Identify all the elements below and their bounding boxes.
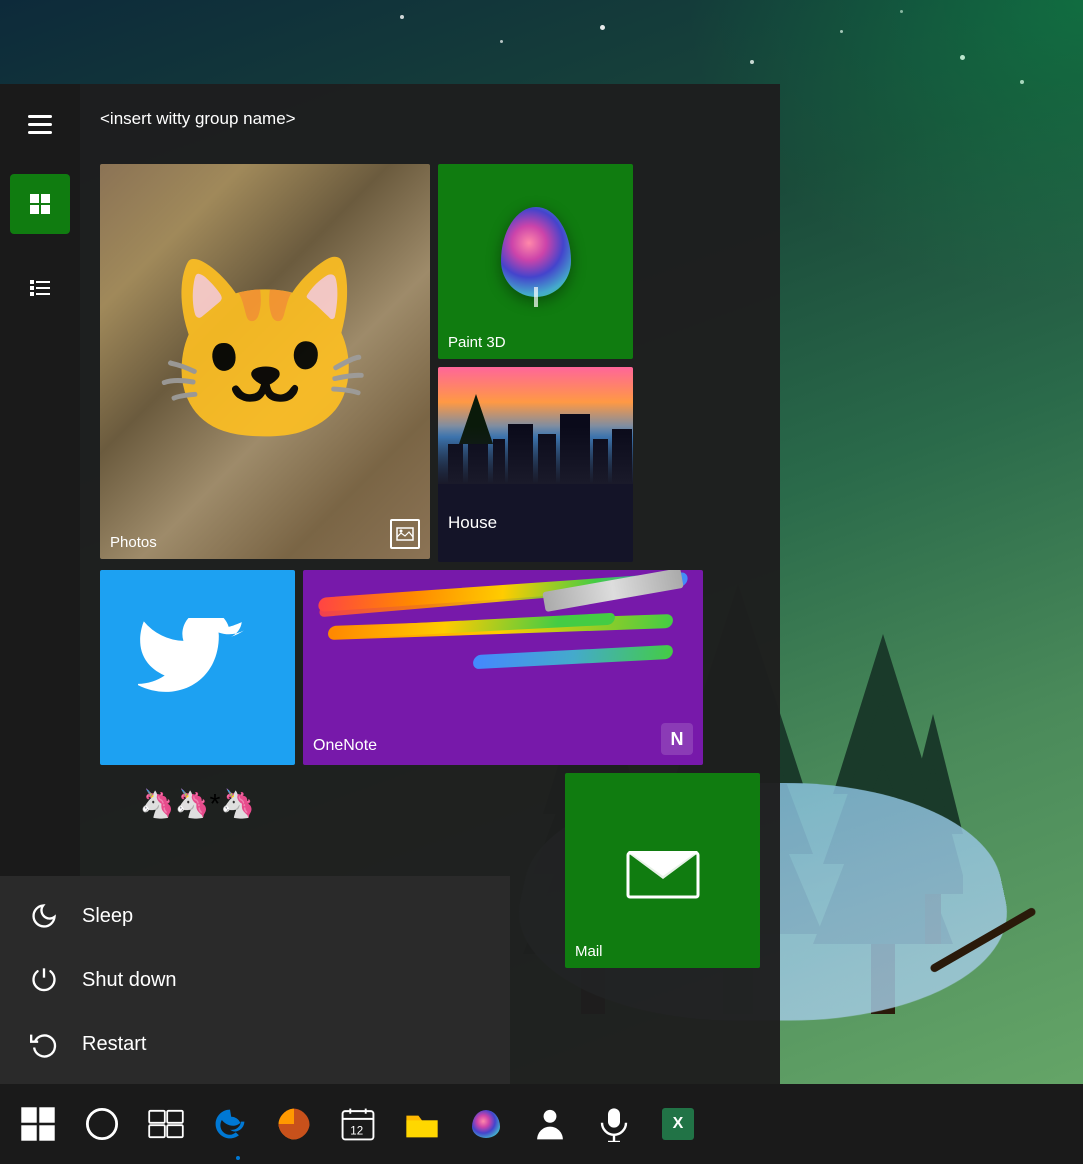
taskbar-taskview-button[interactable] bbox=[136, 1084, 196, 1164]
star bbox=[400, 15, 404, 19]
taskbar-people-button[interactable] bbox=[520, 1084, 580, 1164]
folder-icon bbox=[404, 1106, 440, 1142]
edge-icon bbox=[212, 1106, 248, 1142]
sleep-label: Sleep bbox=[82, 905, 133, 928]
tile-paint3d-label: Paint 3D bbox=[448, 334, 506, 351]
taskbar-edge-button[interactable] bbox=[200, 1084, 260, 1164]
top-bar: <insert witty group name> bbox=[80, 84, 780, 154]
hamburger-button[interactable] bbox=[10, 94, 70, 154]
tile-row-1: Photos Paint 3D bbox=[100, 164, 760, 562]
twitter-bird-icon bbox=[138, 618, 258, 718]
calendar-icon: 12 bbox=[340, 1106, 376, 1142]
power-menu: Sleep Shut down Restart bbox=[0, 876, 510, 1084]
onenote-logo-badge: N bbox=[661, 723, 693, 755]
star bbox=[900, 10, 903, 13]
taskbar-explorer-button[interactable] bbox=[392, 1084, 452, 1164]
photos-taskbar-icon bbox=[276, 1106, 312, 1142]
menu-icon bbox=[28, 115, 52, 134]
tile-photos-label: Photos bbox=[110, 534, 157, 551]
skyline-svg bbox=[438, 394, 633, 484]
star bbox=[960, 55, 965, 60]
star bbox=[600, 25, 605, 30]
sleep-icon bbox=[30, 902, 58, 930]
star bbox=[500, 40, 503, 43]
tile-emoji[interactable]: 🦄🦄*🦄 bbox=[100, 773, 295, 833]
house-label-bg: House bbox=[438, 484, 633, 562]
power-menu-item-sleep[interactable]: Sleep bbox=[0, 884, 510, 948]
tile-onenote[interactable]: OneNote N bbox=[303, 570, 703, 765]
taskbar-calendar-button[interactable]: 12 bbox=[328, 1084, 388, 1164]
onenote-bg bbox=[303, 570, 703, 765]
right-column: Paint 3D bbox=[438, 164, 633, 562]
taskbar-start-button[interactable] bbox=[8, 1084, 68, 1164]
taskbar-active-indicator bbox=[236, 1156, 240, 1160]
people-icon bbox=[532, 1106, 568, 1142]
tile-twitter[interactable] bbox=[100, 570, 295, 765]
photo-icon bbox=[390, 519, 420, 549]
taskbar-search-button[interactable] bbox=[72, 1084, 132, 1164]
tile-onenote-label: OneNote bbox=[313, 737, 377, 755]
tile-row-2: OneNote N bbox=[100, 570, 760, 765]
restart-label: Restart bbox=[82, 1033, 146, 1056]
tile-paint3d[interactable]: Paint 3D bbox=[438, 164, 633, 359]
taskbar-excel-button[interactable]: X bbox=[648, 1084, 708, 1164]
sidebar-item-list[interactable] bbox=[10, 258, 70, 318]
circle-icon bbox=[84, 1106, 120, 1142]
paint3d-tb-icon bbox=[472, 1110, 500, 1138]
svg-text:12: 12 bbox=[350, 1125, 363, 1137]
paint3d-logo bbox=[496, 207, 576, 307]
onenote-stroke-3 bbox=[472, 645, 673, 670]
star bbox=[840, 30, 843, 33]
tile-house-label: House bbox=[448, 513, 497, 533]
taskview-icon bbox=[148, 1106, 184, 1142]
taskbar: 12 X bbox=[0, 1084, 1083, 1164]
windows-logo-icon bbox=[20, 1106, 56, 1142]
restart-icon bbox=[30, 1030, 58, 1058]
tile-mail[interactable]: Mail bbox=[565, 773, 760, 968]
cat-photo-bg bbox=[100, 164, 430, 559]
shutdown-icon bbox=[30, 966, 58, 994]
mail-icon bbox=[623, 841, 703, 901]
list-icon bbox=[28, 276, 52, 300]
tile-photos[interactable]: Photos bbox=[100, 164, 430, 559]
tile-mail-label: Mail bbox=[575, 943, 603, 960]
star bbox=[750, 60, 754, 64]
onenote-stroke-2 bbox=[327, 614, 673, 640]
taskbar-recorder-button[interactable] bbox=[584, 1084, 644, 1164]
tiles-icon bbox=[28, 192, 52, 216]
taskbar-photos-button[interactable] bbox=[264, 1084, 324, 1164]
excel-icon: X bbox=[662, 1108, 694, 1140]
shutdown-label: Shut down bbox=[82, 969, 177, 992]
sidebar-item-tiles[interactable] bbox=[10, 174, 70, 234]
star bbox=[1020, 80, 1024, 84]
group-name-label: <insert witty group name> bbox=[100, 109, 296, 129]
tile-emoji-label: 🦄🦄*🦄 bbox=[140, 787, 256, 820]
taskbar-paint3d-button[interactable] bbox=[456, 1084, 516, 1164]
mic-icon bbox=[596, 1106, 632, 1142]
tile-house[interactable]: House bbox=[438, 367, 633, 562]
power-menu-item-shutdown[interactable]: Shut down bbox=[0, 948, 510, 1012]
house-photo-bg bbox=[438, 367, 633, 484]
power-menu-item-restart[interactable]: Restart bbox=[0, 1012, 510, 1076]
